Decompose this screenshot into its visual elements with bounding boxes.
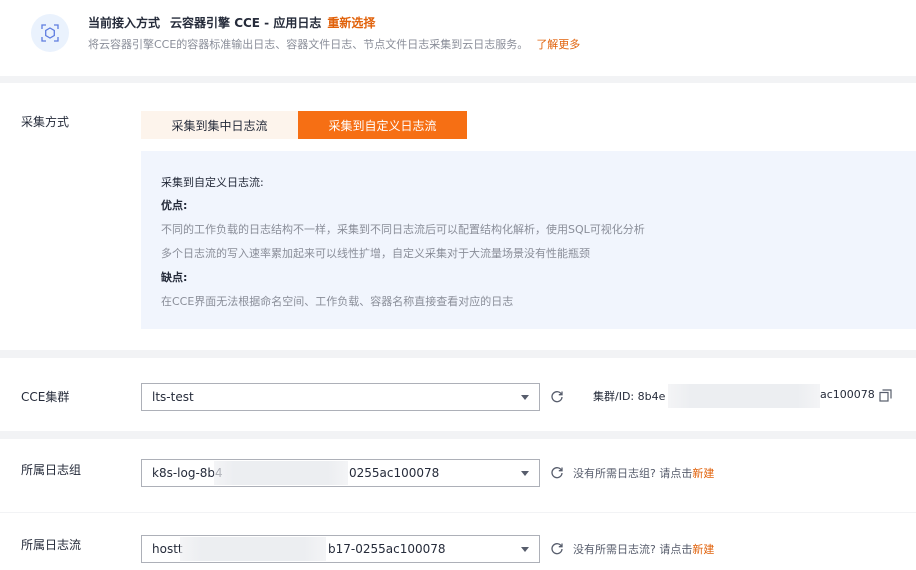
log-group-hint: 没有所需日志组? 请点击新建 [573,465,714,481]
log-stream-value-suffix: b17-0255ac100078 [328,542,446,556]
log-stream-label: 所属日志流 [21,538,82,552]
log-group-select[interactable]: k8s-log-8b4 0255ac100078 [141,459,540,487]
info-heading: 采集到自定义日志流: [161,176,264,189]
log-group-value-prefix: k8s-log-8b4 [152,466,223,480]
create-log-group-link[interactable]: 新建 [692,467,714,480]
log-stream-row: 所属日志流 hostt b17-0255ac100078 没有所需日志流? 请点… [0,513,916,570]
description-text: 将云容器引擎CCE的容器标准输出日志、容器文件日志、节点文件日志采集到云日志服务… [88,38,529,51]
collect-mode-info: 采集到自定义日志流: 优点: 不同的工作负载的日志结构不一样，采集到不同日志流后… [141,151,916,329]
access-mode-title: 云容器引擎 CCE - 应用日志 [170,16,322,30]
cce-cluster-row: CCE集群 lts-test 集群/ID: 8b4e ac100078 [0,358,916,431]
header-description: 将云容器引擎CCE的容器标准输出日志、容器文件日志、节点文件日志采集到云日志服务… [88,36,580,52]
scan-target-icon [31,14,69,52]
log-stream-hint: 没有所需日志流? 请点击新建 [573,541,714,557]
tab-custom-stream[interactable]: 采集到自定义日志流 [298,111,467,139]
header-title: 当前接入方式 云容器引擎 CCE - 应用日志 重新选择 [88,14,375,31]
redacted-region [214,461,348,485]
cce-cluster-label: CCE集群 [21,390,70,404]
log-group-label: 所属日志组 [21,463,82,477]
pros-item: 多个日志流的写入速率累加起来可以线性扩增，自定义采集对于大流量场景没有性能瓶颈 [161,247,590,260]
collect-mode-tabs: 采集到集中日志流 采集到自定义日志流 [141,111,467,139]
learn-more-link[interactable]: 了解更多 [536,38,580,51]
copy-icon[interactable] [879,389,892,402]
create-log-stream-link[interactable]: 新建 [692,543,714,556]
access-mode-prefix: 当前接入方式 [88,16,161,30]
collect-mode-label: 采集方式 [21,115,70,129]
refresh-icon[interactable] [550,542,564,556]
cce-cluster-value: lts-test [152,390,194,404]
log-group-row: 所属日志组 k8s-log-8b4 0255ac100078 没有所需日志组? … [0,439,916,512]
cluster-id-label: 集群/ID: [593,390,635,403]
caret-down-icon [521,395,529,400]
log-group-hint-text: 没有所需日志组? 请点击 [573,467,693,480]
cce-cluster-select[interactable]: lts-test [141,383,540,411]
pros-label: 优点: [161,199,188,212]
caret-down-icon [521,547,529,552]
access-mode-header: 当前接入方式 云容器引擎 CCE - 应用日志 重新选择 将云容器引擎CCE的容器标… [0,0,916,76]
redacted-region [668,384,820,408]
reselect-link[interactable]: 重新选择 [327,16,375,30]
refresh-icon[interactable] [550,390,564,404]
cluster-id-prefix: 8b4e [637,390,666,403]
pros-item: 不同的工作负载的日志结构不一样，采集到不同日志流后可以配置结构化解析，使用SQL… [161,223,645,236]
cons-label: 缺点: [161,271,188,284]
redacted-region [180,537,326,561]
tab-centralized-stream[interactable]: 采集到集中日志流 [141,111,298,139]
log-stream-hint-text: 没有所需日志流? 请点击 [573,543,693,556]
collect-mode-section: 采集方式 采集到集中日志流 采集到自定义日志流 采集到自定义日志流: 优点: 不… [0,83,916,350]
cluster-id-suffix: ac100078 [820,388,875,401]
refresh-icon[interactable] [550,466,564,480]
cluster-id: 集群/ID: 8b4e [593,388,665,404]
log-stream-select[interactable]: hostt b17-0255ac100078 [141,535,540,563]
log-stream-value-prefix: hostt [152,542,183,556]
cons-item: 在CCE界面无法根据命名空间、工作负载、容器名称直接查看对应的日志 [161,295,514,308]
caret-down-icon [521,471,529,476]
log-group-value-suffix: 0255ac100078 [349,466,440,480]
